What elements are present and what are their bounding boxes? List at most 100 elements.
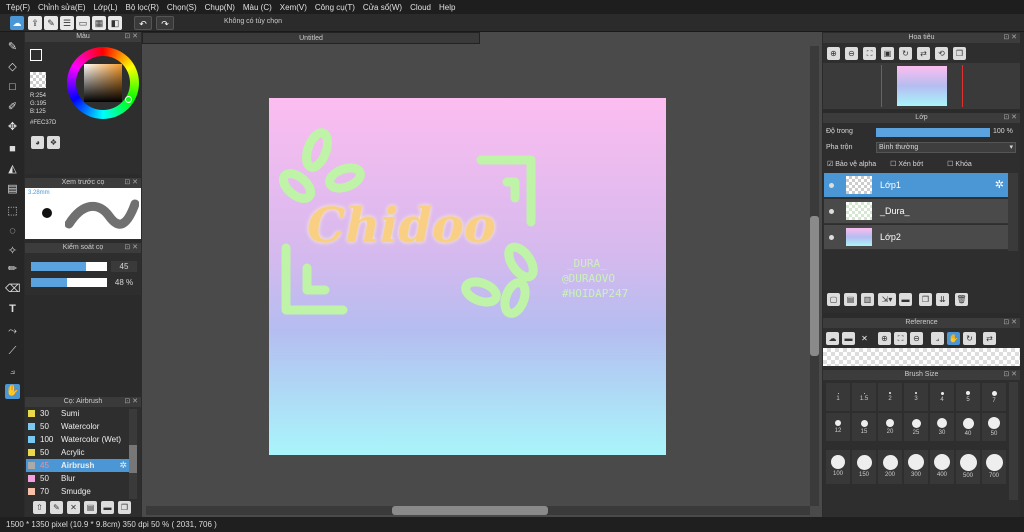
cloud-icon[interactable]: ☁ xyxy=(10,16,24,30)
brush-size-preset[interactable]: 50 xyxy=(982,413,1006,441)
flip-icon[interactable]: ⇄ xyxy=(917,47,930,60)
layout-icon[interactable]: ◧ xyxy=(108,16,122,30)
undo-button[interactable]: ↶ xyxy=(134,16,152,30)
menu-select[interactable]: Chọn(S) xyxy=(167,3,197,12)
select-eraser-tool-icon[interactable]: ⌫ xyxy=(5,282,21,297)
menu-filter[interactable]: Bộ lọc(R) xyxy=(126,3,159,12)
panel-menu-icon[interactable]: ⊡ ✕ xyxy=(124,178,138,188)
brush-folder-icon[interactable]: ▬ xyxy=(101,501,114,514)
canvas-vertical-scrollbar[interactable] xyxy=(810,46,819,506)
brush-size-preset[interactable]: 1 xyxy=(826,383,850,411)
brush-edit-icon[interactable]: ✎ xyxy=(50,501,63,514)
panel-menu-icon[interactable]: ⊡ ✕ xyxy=(124,243,138,253)
panel-menu-icon[interactable]: ⊡ ✕ xyxy=(1003,370,1017,380)
layers-scrollbar[interactable] xyxy=(1008,173,1018,251)
brush-opacity-value[interactable]: 48 % xyxy=(111,277,137,288)
layer-row[interactable]: Lớp2 xyxy=(824,225,1008,250)
new-layer-icon[interactable]: ▢ xyxy=(827,293,840,306)
menu-edit[interactable]: Chỉnh sửa(E) xyxy=(38,3,86,12)
color-set-icon[interactable]: ❖ xyxy=(47,136,60,149)
brush-size-preset[interactable]: 200 xyxy=(878,450,902,484)
brush-size-preset[interactable]: 2 xyxy=(878,383,902,411)
brush-size-preset[interactable]: 20 xyxy=(878,413,902,441)
redo-button[interactable]: ↷ xyxy=(156,16,174,30)
reference-canvas[interactable] xyxy=(823,348,1020,366)
reference-flip-icon[interactable]: ⇄ xyxy=(983,332,996,345)
brush-list-item[interactable]: 70 Smudge xyxy=(26,485,129,498)
reference-fit-icon[interactable]: ⛶ xyxy=(894,332,907,345)
layer-opacity-slider[interactable] xyxy=(876,128,990,137)
gradient-tool-icon[interactable]: ▤ xyxy=(5,182,20,197)
brush-size-preset[interactable]: 1.5 xyxy=(852,383,876,411)
fit-screen-icon[interactable]: ⛶ xyxy=(863,47,876,60)
menu-layer[interactable]: Lớp(L) xyxy=(94,3,118,12)
brush-size-preset[interactable]: 12 xyxy=(826,413,850,441)
brush-size-preset[interactable]: 300 xyxy=(904,450,928,484)
brush-copy-icon[interactable]: ❐ xyxy=(118,501,131,514)
delete-layer-icon[interactable]: 🗑 xyxy=(955,293,968,306)
brush-size-preset[interactable]: 5 xyxy=(956,383,980,411)
brush-size-preset[interactable]: 400 xyxy=(930,450,954,484)
new-folder-icon[interactable]: ▬ xyxy=(899,293,912,306)
brush-size-preset[interactable]: 150 xyxy=(852,450,876,484)
brush-size-preset[interactable]: 7 xyxy=(982,383,1006,411)
brush-list-item[interactable]: 100 Watercolor (Wet) xyxy=(26,433,129,446)
layer-settings-gear-icon[interactable]: ✲ xyxy=(995,178,1004,191)
reference-rotate-icon[interactable]: ↻ xyxy=(963,332,976,345)
pen-tool-icon[interactable]: ✐ xyxy=(5,100,20,115)
new-halftone-layer-icon[interactable]: ▤ xyxy=(844,293,857,306)
reference-close-icon[interactable]: ✕ xyxy=(858,332,871,345)
divide-tool-icon[interactable]: ⟋ xyxy=(5,344,20,359)
brush-size-preset[interactable]: 100 xyxy=(826,450,850,484)
new-bitmap-layer-icon[interactable]: ▥ xyxy=(861,293,874,306)
clipping-checkbox[interactable]: ☐ Xén bớt xyxy=(890,160,923,168)
chat-icon[interactable]: ☰ xyxy=(60,16,74,30)
brush-settings-gear-icon[interactable]: ✲ xyxy=(119,459,127,472)
brush-size-preset[interactable]: 25 xyxy=(904,413,928,441)
brush-size-preset[interactable]: 500 xyxy=(956,450,980,484)
bucket-tool-icon[interactable]: ◭ xyxy=(5,162,20,177)
brush-list-item[interactable]: 50 Blur xyxy=(26,472,129,485)
move-tool-icon[interactable]: ✥ xyxy=(5,120,20,135)
brush-size-preset[interactable]: 40 xyxy=(956,413,980,441)
zoom-in-icon[interactable]: ⊕ xyxy=(827,47,840,60)
zoom-out-icon[interactable]: ⊖ xyxy=(845,47,858,60)
reference-eyedropper-icon[interactable]: ⟓ xyxy=(931,332,944,345)
brush-delete-icon[interactable]: ✕ xyxy=(67,501,80,514)
document-tab[interactable]: Untitled xyxy=(142,32,480,44)
actual-size-icon[interactable]: ▣ xyxy=(881,47,894,60)
reference-zoom-in-icon[interactable]: ⊕ xyxy=(878,332,891,345)
grid-icon[interactable]: ▦ xyxy=(92,16,106,30)
brush-size-preset[interactable]: 3 xyxy=(904,383,928,411)
menu-cloud[interactable]: Cloud xyxy=(410,3,431,12)
comment-icon[interactable]: ✎ xyxy=(44,16,58,30)
brush-size-preset[interactable]: 15 xyxy=(852,413,876,441)
transparent-color-swatch[interactable] xyxy=(30,72,46,88)
select-rect-tool-icon[interactable]: ⬚ xyxy=(5,204,20,219)
fill-rect-tool-icon[interactable]: ■ xyxy=(5,142,20,157)
hand-tool-icon[interactable]: ✋ xyxy=(5,384,20,399)
select-pen-tool-icon[interactable]: ✏ xyxy=(5,262,20,277)
eraser-tool-icon[interactable]: ◇ xyxy=(5,60,20,75)
brush-size-preset[interactable]: 700 xyxy=(982,450,1006,484)
reference-upload-icon[interactable]: ☁ xyxy=(826,332,839,345)
brush-list-item[interactable]: 50 Acrylic xyxy=(26,446,129,459)
foreground-color-swatch[interactable] xyxy=(30,49,42,61)
protect-alpha-checkbox[interactable]: ☑ Bảo vệ alpha xyxy=(827,160,876,168)
eyedropper-tool-icon[interactable]: ⟓ xyxy=(5,364,20,379)
brush-list-item[interactable]: 50 Watercolor xyxy=(26,420,129,433)
menu-tools[interactable]: Công cụ(T) xyxy=(315,3,355,12)
brush-tool-icon[interactable]: ✎ xyxy=(5,40,20,55)
operation-tool-icon[interactable]: ⤳ xyxy=(5,324,20,339)
brush-list-item[interactable]: 30 Sumi xyxy=(26,407,129,420)
magic-wand-tool-icon[interactable]: ✧ xyxy=(5,244,20,259)
window-icon[interactable]: ▭ xyxy=(76,16,90,30)
merge-layer-icon[interactable]: ⇊ xyxy=(936,293,949,306)
panel-menu-icon[interactable]: ⊡ ✕ xyxy=(124,32,138,42)
menu-capture[interactable]: Chụp(N) xyxy=(205,3,235,12)
brush-new-icon[interactable]: ▤ xyxy=(84,501,97,514)
hue-picker-handle[interactable] xyxy=(125,96,132,103)
window-arrange-icon[interactable]: ❐ xyxy=(953,47,966,60)
layer-row-selected[interactable]: Lớp1 ✲ xyxy=(824,173,1008,198)
artwork-canvas[interactable]: Chidoo _DURA_ @DURAOVO #HOIDAP247 xyxy=(269,98,666,455)
